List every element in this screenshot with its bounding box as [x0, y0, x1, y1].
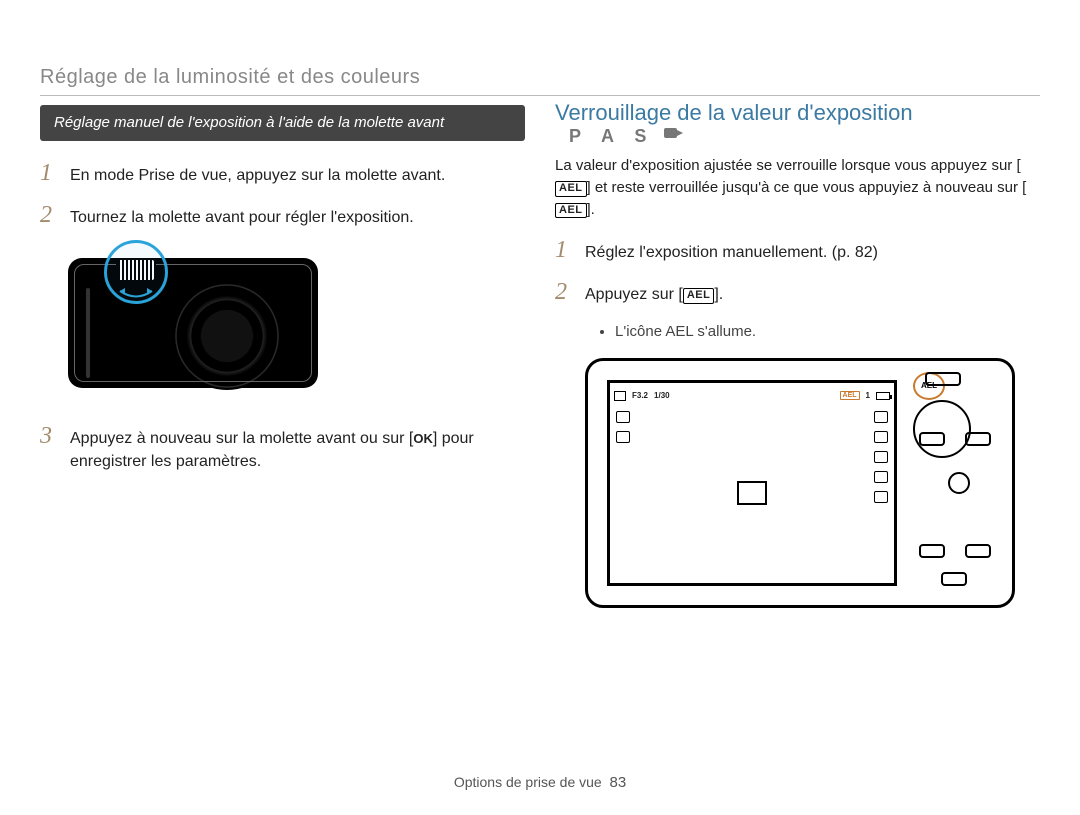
fstop-value: F3.2: [632, 391, 648, 400]
intro-c: ].: [587, 201, 595, 218]
step-text: En mode Prise de vue, appuyez sur la mol…: [70, 161, 525, 187]
intro-a: La valeur d'exposition ajustée se verrou…: [555, 157, 1021, 174]
page-number: 83: [609, 774, 626, 791]
left-column: Réglage manuel de l'exposition à l'aide …: [40, 60, 525, 608]
step-number: 1: [555, 238, 575, 262]
subheading-box: Réglage manuel de l'exposition à l'aide …: [40, 105, 525, 141]
bullet-list: L'icône AEL s'allume.: [615, 323, 1040, 340]
mode-letters: P A S: [569, 126, 654, 147]
right-column: Verrouillage de la valeur d'exposition P…: [555, 60, 1040, 608]
camera-back-illustration: F3.2 1/30 AEL 1: [585, 358, 1015, 608]
screen-icon: [874, 491, 888, 503]
screen-icon: [616, 431, 630, 443]
step-2: 2 Tournez la molette avant pour régler l…: [40, 203, 525, 229]
ael-inline-icon: AEL: [683, 288, 715, 304]
battery-icon: [876, 392, 890, 400]
screen-left-icons: [616, 411, 630, 443]
ok-button-label: OK: [413, 430, 433, 449]
small-button: [941, 572, 967, 586]
step-text: Appuyez à nouveau sur la molette avant o…: [70, 424, 525, 473]
shutter-value: 1/30: [654, 391, 670, 400]
right-step-1: 1 Réglez l'exposition manuellement. (p. …: [555, 238, 1040, 264]
small-button: [919, 544, 945, 558]
small-button: [965, 432, 991, 446]
camera-screen: F3.2 1/30 AEL 1: [607, 380, 897, 586]
screen-icon: [874, 451, 888, 463]
ael-screen-badge: AEL: [840, 391, 860, 400]
screen-icon: [616, 411, 630, 423]
ael-inline-icon: AEL: [555, 203, 587, 219]
control-dial: [913, 400, 971, 458]
mode-icons: P A S: [569, 126, 684, 147]
step-number: 2: [40, 203, 60, 227]
step2-a: Appuyez sur [: [585, 286, 683, 303]
screen-status-bar: F3.2 1/30 AEL 1: [614, 387, 890, 405]
focus-box: [737, 481, 767, 505]
video-mode-icon: [664, 126, 684, 140]
step-text: Réglez l'exposition manuellement. (p. 82…: [585, 238, 1040, 264]
step-number: 3: [40, 424, 60, 448]
small-button: [919, 432, 945, 446]
shot-count: 1: [866, 391, 870, 400]
camera-right-controls: AEL: [913, 372, 1005, 594]
camera-lens: [173, 282, 281, 390]
screen-icon: [874, 411, 888, 423]
right-step-2: 2 Appuyez sur [AEL].: [555, 280, 1040, 306]
step-text: Appuyez sur [AEL].: [585, 280, 1040, 306]
step-3: 3 Appuyez à nouveau sur la molette avant…: [40, 424, 525, 473]
footer-label: Options de prise de vue: [454, 774, 602, 790]
bullet-item: L'icône AEL s'allume.: [615, 323, 1040, 340]
step-number: 1: [40, 161, 60, 185]
screen-icon: [874, 471, 888, 483]
top-button: [925, 372, 961, 386]
step-number: 2: [555, 280, 575, 304]
screen-right-icons: [874, 411, 888, 503]
ael-inline-icon: AEL: [555, 181, 587, 197]
camera-front-illustration: [68, 246, 338, 396]
screen-icon: [874, 431, 888, 443]
step-text: Tournez la molette avant pour régler l'e…: [70, 203, 525, 229]
divider-line: [40, 95, 1040, 96]
intro-b: ] et reste verrouillée jusqu'à ce que vo…: [587, 179, 1027, 196]
dial-arrow-icon: [118, 284, 154, 298]
heading-exposure-lock: Verrouillage de la valeur d'exposition: [555, 100, 913, 125]
small-button: [965, 544, 991, 558]
mode-icon: [614, 391, 626, 401]
step-1: 1 En mode Prise de vue, appuyez sur la m…: [40, 161, 525, 187]
intro-text: La valeur d'exposition ajustée se verrou…: [555, 155, 1040, 220]
step2-b: ].: [714, 286, 723, 303]
section-header: Réglage de la luminosité et des couleurs: [40, 66, 420, 89]
step3-part-a: Appuyez à nouveau sur la molette avant o…: [70, 430, 413, 447]
page-footer: Options de prise de vue 83: [0, 774, 1080, 791]
grip-line: [86, 288, 90, 378]
